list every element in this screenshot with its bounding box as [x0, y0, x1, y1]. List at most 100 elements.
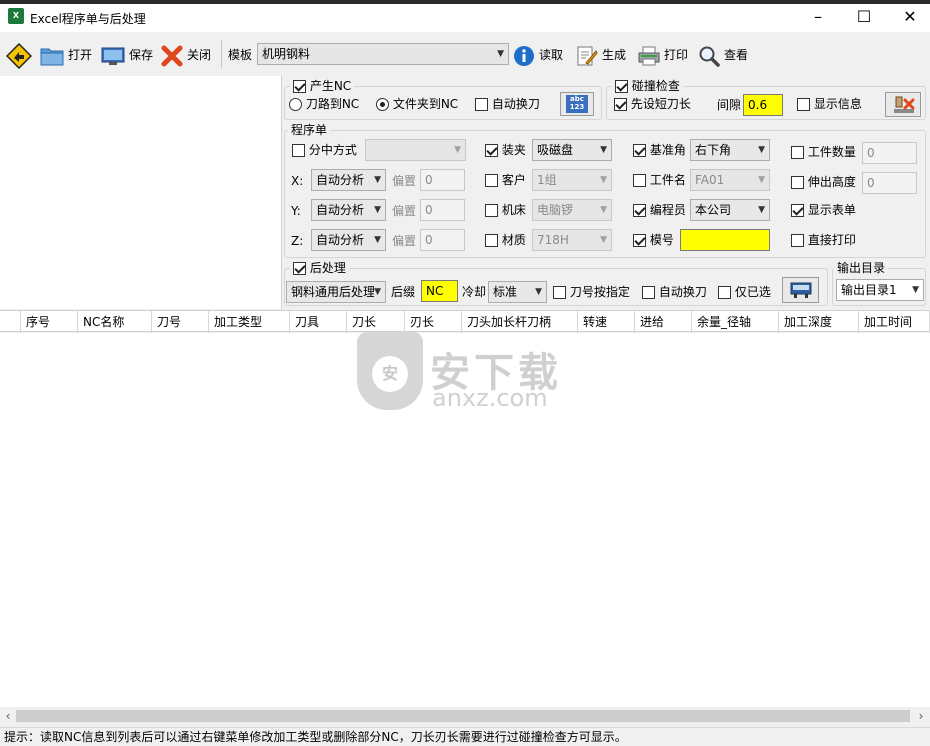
collision-check-header[interactable]: 碰撞检查: [612, 78, 683, 94]
material-field[interactable]: 材质: [485, 232, 526, 248]
center-mode[interactable]: 分中方式: [292, 142, 357, 158]
column-header[interactable]: 转速: [578, 311, 635, 333]
mold-no-input[interactable]: [680, 229, 770, 251]
ref-corner-field[interactable]: 基准角: [633, 142, 686, 158]
ref-corner-checkbox[interactable]: [633, 144, 646, 157]
close-file-button[interactable]: 关闭: [161, 42, 211, 68]
open-button[interactable]: 打开: [40, 42, 92, 68]
column-header[interactable]: 余量_径轴: [692, 311, 779, 333]
extend-height-field[interactable]: 伸出高度: [791, 174, 856, 190]
suffix-input[interactable]: NC: [421, 280, 458, 302]
scroll-right-arrow[interactable]: ›: [915, 708, 927, 724]
z-axis-combo[interactable]: 自动分析 ▼: [311, 229, 386, 251]
nc-auto-tool-change-checkbox[interactable]: [475, 98, 488, 111]
mold-no-checkbox[interactable]: [633, 234, 646, 247]
column-header[interactable]: 刃长: [405, 311, 462, 333]
tool-no-specified[interactable]: 刀号按指定: [553, 284, 630, 300]
close-window-button[interactable]: ✕: [890, 6, 930, 30]
part-qty-checkbox[interactable]: [791, 146, 804, 159]
direct-print-field[interactable]: 直接打印: [791, 232, 856, 248]
show-info-checkbox[interactable]: [797, 98, 810, 111]
y-axis-combo[interactable]: 自动分析 ▼: [311, 199, 386, 221]
programmer-checkbox[interactable]: [633, 204, 646, 217]
scroll-left-arrow[interactable]: ‹: [2, 708, 14, 724]
abc123-button[interactable]: abc 123: [560, 92, 594, 116]
radio-path-to-nc[interactable]: 刀路到NC: [289, 96, 359, 112]
gap-input[interactable]: 0.6: [743, 94, 783, 116]
column-header[interactable]: 刀号: [152, 311, 209, 333]
post-process-checkbox[interactable]: [293, 262, 306, 275]
programmer-combo[interactable]: 本公司 ▼: [690, 199, 770, 221]
part-name-combo[interactable]: FA01 ▼: [690, 169, 770, 191]
column-header[interactable]: 刀头加长杆刀柄: [462, 311, 578, 333]
part-name-field[interactable]: 工件名: [633, 172, 686, 188]
selected-only-checkbox[interactable]: [718, 286, 731, 299]
short-tool-first[interactable]: 先设短刀长: [614, 96, 691, 112]
customer-checkbox[interactable]: [485, 174, 498, 187]
column-header[interactable]: NC名称: [78, 311, 152, 333]
center-mode-checkbox[interactable]: [292, 144, 305, 157]
collision-check-checkbox[interactable]: [615, 80, 628, 93]
coolant-combo[interactable]: 标准 ▼: [488, 281, 547, 303]
part-qty-field[interactable]: 工件数量: [791, 144, 856, 160]
collision-settings-button[interactable]: [885, 92, 921, 117]
output-dir-combo[interactable]: 输出目录1 ▼: [836, 279, 924, 301]
machine-combo[interactable]: 电脑锣 ▼: [532, 199, 612, 221]
clamp-checkbox[interactable]: [485, 144, 498, 157]
column-header[interactable]: 序号: [21, 311, 78, 333]
post-auto-tool-change[interactable]: 自动换刀: [642, 284, 707, 300]
direct-print-checkbox[interactable]: [791, 234, 804, 247]
z-offset-input[interactable]: 0: [420, 229, 465, 251]
show-sheet-field[interactable]: 显示表单: [791, 202, 856, 218]
ref-corner-combo[interactable]: 右下角 ▼: [690, 139, 770, 161]
selected-only[interactable]: 仅已选: [718, 284, 771, 300]
post-processor-combo[interactable]: 钢料通用后处理 ▼: [286, 281, 386, 303]
part-qty-input[interactable]: 0: [862, 142, 917, 164]
warning-sign-button[interactable]: [6, 42, 36, 69]
produce-nc-header[interactable]: 产生NC: [290, 78, 355, 94]
minimize-button[interactable]: –: [798, 6, 838, 30]
material-combo[interactable]: 718H ▼: [532, 229, 612, 251]
save-button[interactable]: 保存: [101, 42, 153, 68]
x-axis-combo[interactable]: 自动分析 ▼: [311, 169, 386, 191]
produce-nc-checkbox[interactable]: [293, 80, 306, 93]
material-checkbox[interactable]: [485, 234, 498, 247]
show-info[interactable]: 显示信息: [797, 96, 862, 112]
machine-checkbox[interactable]: [485, 204, 498, 217]
scrollbar-thumb[interactable]: [16, 710, 910, 722]
maximize-button[interactable]: ☐: [844, 6, 884, 30]
column-header[interactable]: 加工深度: [779, 311, 859, 333]
radio-path-to-nc-indicator[interactable]: [289, 98, 302, 111]
read-button[interactable]: 读取: [513, 42, 563, 68]
post-process-run-button[interactable]: [782, 277, 819, 303]
column-header[interactable]: 加工时间: [859, 311, 930, 333]
radio-folder-to-nc[interactable]: 文件夹到NC: [376, 96, 458, 112]
center-mode-combo[interactable]: ▼: [365, 139, 466, 161]
clamp-combo[interactable]: 吸磁盘 ▼: [532, 139, 612, 161]
column-header[interactable]: 刀具: [290, 311, 347, 333]
customer-field[interactable]: 客户: [485, 172, 526, 188]
extend-height-checkbox[interactable]: [791, 176, 804, 189]
generate-button[interactable]: 生成: [576, 42, 626, 68]
radio-folder-to-nc-indicator[interactable]: [376, 98, 389, 111]
y-offset-input[interactable]: 0: [420, 199, 465, 221]
template-combo[interactable]: 机明钢料 ▼: [257, 43, 509, 65]
customer-combo[interactable]: 1组 ▼: [532, 169, 612, 191]
print-button[interactable]: 打印: [638, 42, 688, 68]
post-auto-tool-change-checkbox[interactable]: [642, 286, 655, 299]
column-header[interactable]: 加工类型: [209, 311, 290, 333]
mold-no-field[interactable]: 模号: [633, 232, 674, 248]
short-tool-first-checkbox[interactable]: [614, 98, 627, 111]
show-sheet-checkbox[interactable]: [791, 204, 804, 217]
view-button[interactable]: 查看: [698, 42, 748, 68]
column-header[interactable]: 刀长: [347, 311, 405, 333]
nc-auto-tool-change[interactable]: 自动换刀: [475, 96, 540, 112]
tool-no-specified-checkbox[interactable]: [553, 286, 566, 299]
part-name-checkbox[interactable]: [633, 174, 646, 187]
x-offset-input[interactable]: 0: [420, 169, 465, 191]
column-header[interactable]: 进给: [635, 311, 692, 333]
machine-field[interactable]: 机床: [485, 202, 526, 218]
post-process-header[interactable]: 后处理: [290, 260, 349, 276]
clamp-field[interactable]: 装夹: [485, 142, 526, 158]
programmer-field[interactable]: 编程员: [633, 202, 686, 218]
